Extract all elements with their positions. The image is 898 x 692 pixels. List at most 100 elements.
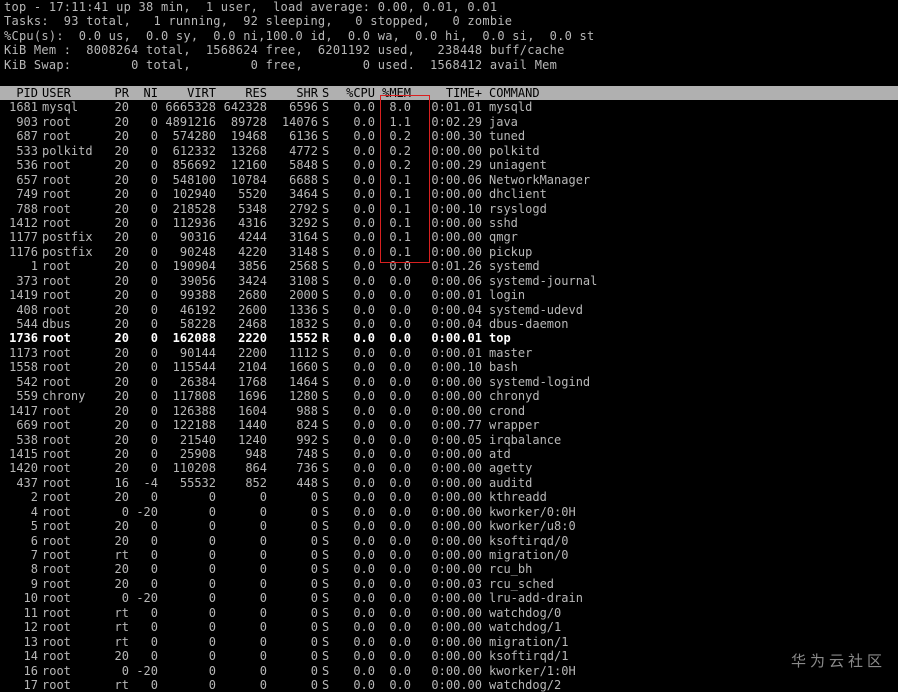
process-res: 19468	[230, 129, 267, 144]
process-cpu: 0.0	[353, 201, 375, 216]
process-priority: 20	[114, 273, 129, 288]
process-pid: 1681	[9, 100, 38, 115]
process-row: 533 polkitd 20 0 612332 13268 4772 S 0.0 0.2 0:00.…	[0, 144, 898, 158]
process-mem: 0.0	[389, 432, 411, 447]
process-cpu: 0.0	[353, 172, 375, 187]
process-state: S	[322, 100, 330, 115]
process-row: 5 root 20 0 0 0 0 S 0.0 0.0 0:00.00 kworker/u8:0	[0, 519, 898, 533]
process-cpu: 0.0	[353, 403, 375, 418]
process-pid: 2	[30, 490, 38, 505]
process-virt: 0	[208, 490, 216, 505]
process-pid: 1176	[9, 244, 38, 259]
process-mem: 0.0	[389, 591, 411, 606]
process-res: 0	[259, 548, 267, 562]
process-time: 0:00.04	[431, 302, 482, 317]
process-nice: 0	[150, 201, 158, 216]
process-cpu: 0.0	[353, 504, 375, 519]
process-cpu: 0.0	[353, 215, 375, 230]
process-state: S	[322, 446, 330, 461]
process-res: 0	[259, 533, 267, 548]
process-command: irqbalance	[489, 432, 562, 447]
process-time: 0:00.10	[431, 201, 482, 216]
process-cpu: 0.0	[353, 548, 375, 562]
process-pid: 1417	[9, 403, 38, 418]
process-cpu: 0.0	[353, 302, 375, 317]
process-row: 1558 root 20 0 115544 2104 1660 S 0.0 0.0 0:00.10 b…	[0, 360, 898, 374]
process-res: 0	[259, 649, 267, 664]
process-pid: 903	[16, 114, 38, 129]
process-nice: 0	[150, 143, 158, 158]
process-time: 0:00.00	[431, 504, 482, 519]
process-pid: 10	[23, 591, 38, 606]
process-cpu: 0.0	[353, 331, 375, 346]
process-state: S	[322, 259, 330, 274]
process-cpu: 0.0	[353, 620, 375, 635]
process-command: java	[489, 114, 518, 129]
process-nice: 0	[150, 302, 158, 317]
process-mem: 0.0	[389, 374, 411, 389]
process-cpu: 0.0	[353, 490, 375, 505]
process-priority: rt	[114, 620, 129, 635]
process-pid: 16	[23, 663, 38, 678]
process-mem: 0.0	[389, 634, 411, 649]
process-row: 687 root 20 0 574280 19468 6136 S 0.0 0.2 0:00.30 t…	[0, 129, 898, 143]
process-time: 0:00.00	[431, 663, 482, 678]
process-mem: 8.0	[389, 100, 411, 115]
process-priority: 0	[121, 663, 129, 678]
process-virt: 0	[208, 548, 216, 562]
process-mem: 0.1	[389, 215, 411, 230]
mem-line: KiB Mem : 8008264 total, 1568624 free, 6…	[4, 43, 565, 58]
process-pid: 17	[23, 677, 38, 692]
process-shr: 0	[310, 649, 318, 664]
process-command: pickup	[489, 244, 533, 259]
process-pid: 1415	[9, 446, 38, 461]
process-res: 0	[259, 663, 267, 678]
process-cpu: 0.0	[353, 230, 375, 245]
process-shr: 0	[310, 605, 318, 620]
process-command: mysqld	[489, 100, 533, 115]
process-nice: -20	[136, 504, 158, 519]
process-time: 0:00.01	[431, 288, 482, 303]
process-res: 0	[259, 634, 267, 649]
process-state: S	[322, 201, 330, 216]
process-state: S	[322, 389, 330, 404]
process-priority: 20	[114, 389, 129, 404]
process-mem: 0.0	[389, 576, 411, 591]
process-pid: 544	[16, 317, 38, 331]
process-command: atd	[489, 446, 511, 461]
process-pid: 687	[16, 129, 38, 144]
process-command: kworker/0:0H	[489, 504, 576, 519]
process-pid: 5	[30, 519, 38, 534]
process-state: S	[322, 677, 330, 692]
process-priority: 20	[114, 244, 129, 259]
terminal-window[interactable]: top - 17:11:41 up 38 min, 1 user, load a…	[0, 0, 898, 692]
process-row: 8 root 20 0 0 0 0 S 0.0 0.0 0:00.00 rcu_bh	[0, 562, 898, 576]
process-row: 16 root 0 -20 0 0 0 S 0.0 0.0 0:00.00 kworker/1:0H	[0, 664, 898, 678]
process-command: chronyd	[489, 389, 540, 404]
header-virt: VIRT	[187, 86, 216, 100]
process-shr: 448	[296, 475, 318, 490]
process-res: 0	[259, 562, 267, 577]
process-shr: 2000	[289, 288, 318, 303]
process-pid: 559	[16, 389, 38, 404]
process-state: S	[322, 605, 330, 620]
process-state: S	[322, 475, 330, 490]
process-pid: 657	[16, 172, 38, 187]
header-command: COMMAND	[489, 86, 540, 100]
process-cpu: 0.0	[353, 475, 375, 490]
process-row: 1417 root 20 0 126388 1604 988 S 0.0 0.0 0:00.00 cr…	[0, 404, 898, 418]
process-nice: 0	[150, 172, 158, 187]
process-command: NetworkManager	[489, 172, 591, 187]
process-pid: 749	[16, 187, 38, 202]
process-mem: 0.0	[389, 259, 411, 274]
process-virt: 90316	[179, 230, 216, 245]
process-command: systemd-logind	[489, 374, 591, 389]
process-mem: 0.0	[389, 548, 411, 562]
process-command: sshd	[489, 215, 518, 230]
process-time: 0:02.29	[431, 114, 482, 129]
process-virt: 162088	[172, 331, 216, 346]
process-priority: 20	[114, 345, 129, 360]
process-time: 0:00.00	[431, 634, 482, 649]
process-res: 1696	[238, 389, 267, 404]
process-shr: 0	[310, 562, 318, 577]
